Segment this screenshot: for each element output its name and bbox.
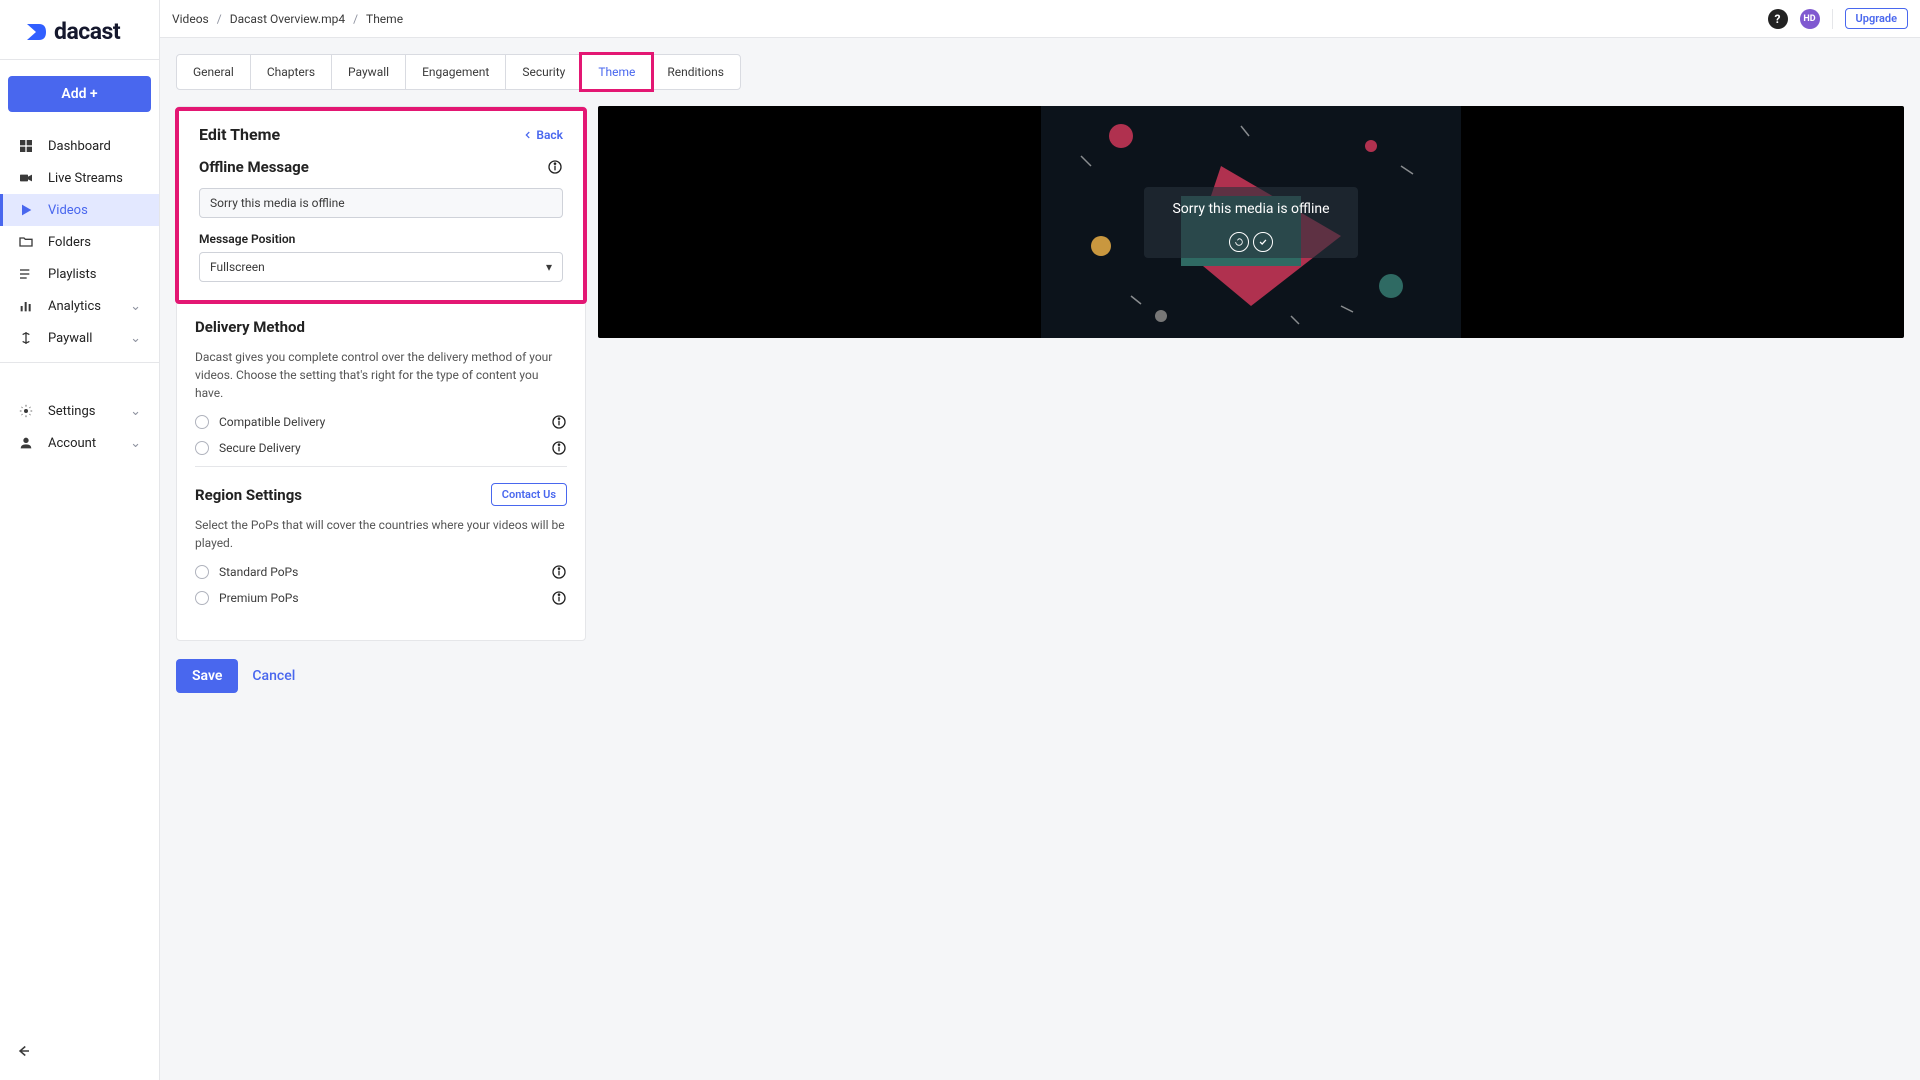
caret-down-icon: ▾ [546, 260, 552, 274]
info-icon[interactable] [551, 590, 567, 606]
paywall-icon [18, 330, 34, 346]
tab-chapters[interactable]: Chapters [251, 55, 332, 89]
panel-title: Edit Theme [199, 125, 280, 144]
collapse-sidebar[interactable] [0, 1030, 159, 1080]
chevron-down-icon: ⌄ [130, 404, 141, 419]
sidebar-item-label: Account [48, 436, 96, 451]
content: General Chapters Paywall Engagement Secu… [160, 38, 1920, 1080]
radio-compatible-delivery[interactable]: Compatible Delivery [195, 414, 567, 430]
check-icon [1253, 232, 1273, 252]
chevron-down-icon: ⌄ [130, 299, 141, 314]
highlighted-section: Edit Theme Back Offline Message [175, 107, 587, 304]
camera-icon [18, 170, 34, 186]
tab-engagement[interactable]: Engagement [406, 55, 506, 89]
info-icon[interactable] [551, 414, 567, 430]
logo[interactable]: dacast [0, 0, 159, 59]
info-icon[interactable] [551, 564, 567, 580]
info-icon[interactable] [551, 440, 567, 456]
sidebar-item-label: Analytics [48, 299, 101, 314]
breadcrumb-item: Theme [366, 12, 403, 26]
avatar[interactable]: HD [1800, 9, 1820, 29]
video-preview: Sorry this media is offline [598, 106, 1904, 338]
person-icon [18, 435, 34, 451]
offline-message-input[interactable] [199, 188, 563, 218]
delivery-method-desc: Dacast gives you complete control over t… [195, 348, 567, 402]
upgrade-button[interactable]: Upgrade [1845, 8, 1908, 29]
tab-renditions[interactable]: Renditions [651, 55, 740, 89]
sidebar-item-folders[interactable]: Folders [0, 226, 159, 258]
preview-overlay: Sorry this media is offline [1144, 187, 1357, 258]
breadcrumb: Videos / Dacast Overview.mp4 / Theme [172, 12, 403, 26]
radio-icon [195, 591, 209, 605]
radio-icon [195, 441, 209, 455]
analytics-icon [18, 298, 34, 314]
sidebar-item-live-streams[interactable]: Live Streams [0, 162, 159, 194]
nav-list: Dashboard Live Streams Videos Folders Pl… [0, 130, 159, 354]
sidebar-item-label: Paywall [48, 331, 92, 346]
chevron-left-icon [523, 130, 533, 140]
radio-icon [195, 415, 209, 429]
message-position-select[interactable]: Fullscreen ▾ [199, 252, 563, 282]
tabs: General Chapters Paywall Engagement Secu… [176, 54, 741, 90]
add-button[interactable]: Add + [8, 76, 151, 112]
sidebar-item-label: Settings [48, 404, 95, 419]
sidebar-item-settings[interactable]: Settings ⌄ [0, 395, 159, 427]
tab-general[interactable]: General [177, 55, 251, 89]
radio-premium-pops[interactable]: Premium PoPs [195, 590, 567, 606]
edit-theme-panel: Edit Theme Back Offline Message [176, 106, 586, 641]
arrow-left-icon [14, 1042, 32, 1060]
main: Videos / Dacast Overview.mp4 / Theme ? H… [160, 0, 1920, 1080]
sidebar-item-label: Live Streams [48, 171, 123, 186]
radio-icon [195, 565, 209, 579]
sidebar-item-dashboard[interactable]: Dashboard [0, 130, 159, 162]
back-link[interactable]: Back [523, 128, 563, 142]
folder-icon [18, 234, 34, 250]
cancel-link[interactable]: Cancel [252, 668, 295, 684]
help-icon[interactable]: ? [1768, 9, 1788, 29]
sidebar-item-label: Videos [48, 203, 88, 218]
nav-list-secondary: Settings ⌄ Account ⌄ [0, 363, 159, 459]
radio-standard-pops[interactable]: Standard PoPs [195, 564, 567, 580]
sidebar-item-label: Folders [48, 235, 91, 250]
sidebar-item-paywall[interactable]: Paywall ⌄ [0, 322, 159, 354]
breadcrumb-item[interactable]: Videos [172, 12, 209, 26]
sidebar-item-videos[interactable]: Videos [0, 194, 159, 226]
chevron-down-icon: ⌄ [130, 436, 141, 451]
replay-icon [1229, 232, 1249, 252]
dashboard-icon [18, 138, 34, 154]
delivery-method-title: Delivery Method [195, 318, 305, 336]
tab-security[interactable]: Security [506, 55, 582, 89]
sidebar-item-playlists[interactable]: Playlists [0, 258, 159, 290]
sidebar: dacast Add + Dashboard Live Streams Vide… [0, 0, 160, 1080]
save-button[interactable]: Save [176, 659, 238, 693]
sidebar-item-label: Playlists [48, 267, 96, 282]
topbar: Videos / Dacast Overview.mp4 / Theme ? H… [160, 0, 1920, 38]
tab-paywall[interactable]: Paywall [332, 55, 406, 89]
logo-mark-icon [24, 20, 48, 44]
breadcrumb-item[interactable]: Dacast Overview.mp4 [230, 12, 345, 26]
sidebar-item-account[interactable]: Account ⌄ [0, 427, 159, 459]
logo-text: dacast [54, 18, 120, 45]
gear-icon [18, 403, 34, 419]
playlist-icon [18, 266, 34, 282]
preview-offline-text: Sorry this media is offline [1172, 201, 1329, 217]
region-settings-desc: Select the PoPs that will cover the coun… [195, 516, 567, 552]
region-settings-title: Region Settings [195, 486, 302, 504]
radio-secure-delivery[interactable]: Secure Delivery [195, 440, 567, 456]
offline-message-title: Offline Message [199, 158, 309, 176]
sidebar-item-analytics[interactable]: Analytics ⌄ [0, 290, 159, 322]
contact-us-button[interactable]: Contact Us [491, 483, 567, 506]
tab-theme[interactable]: Theme [579, 52, 654, 92]
sidebar-item-label: Dashboard [48, 139, 111, 154]
chevron-down-icon: ⌄ [130, 331, 141, 346]
play-icon [18, 202, 34, 218]
info-icon[interactable] [547, 159, 563, 175]
message-position-label: Message Position [199, 232, 563, 246]
